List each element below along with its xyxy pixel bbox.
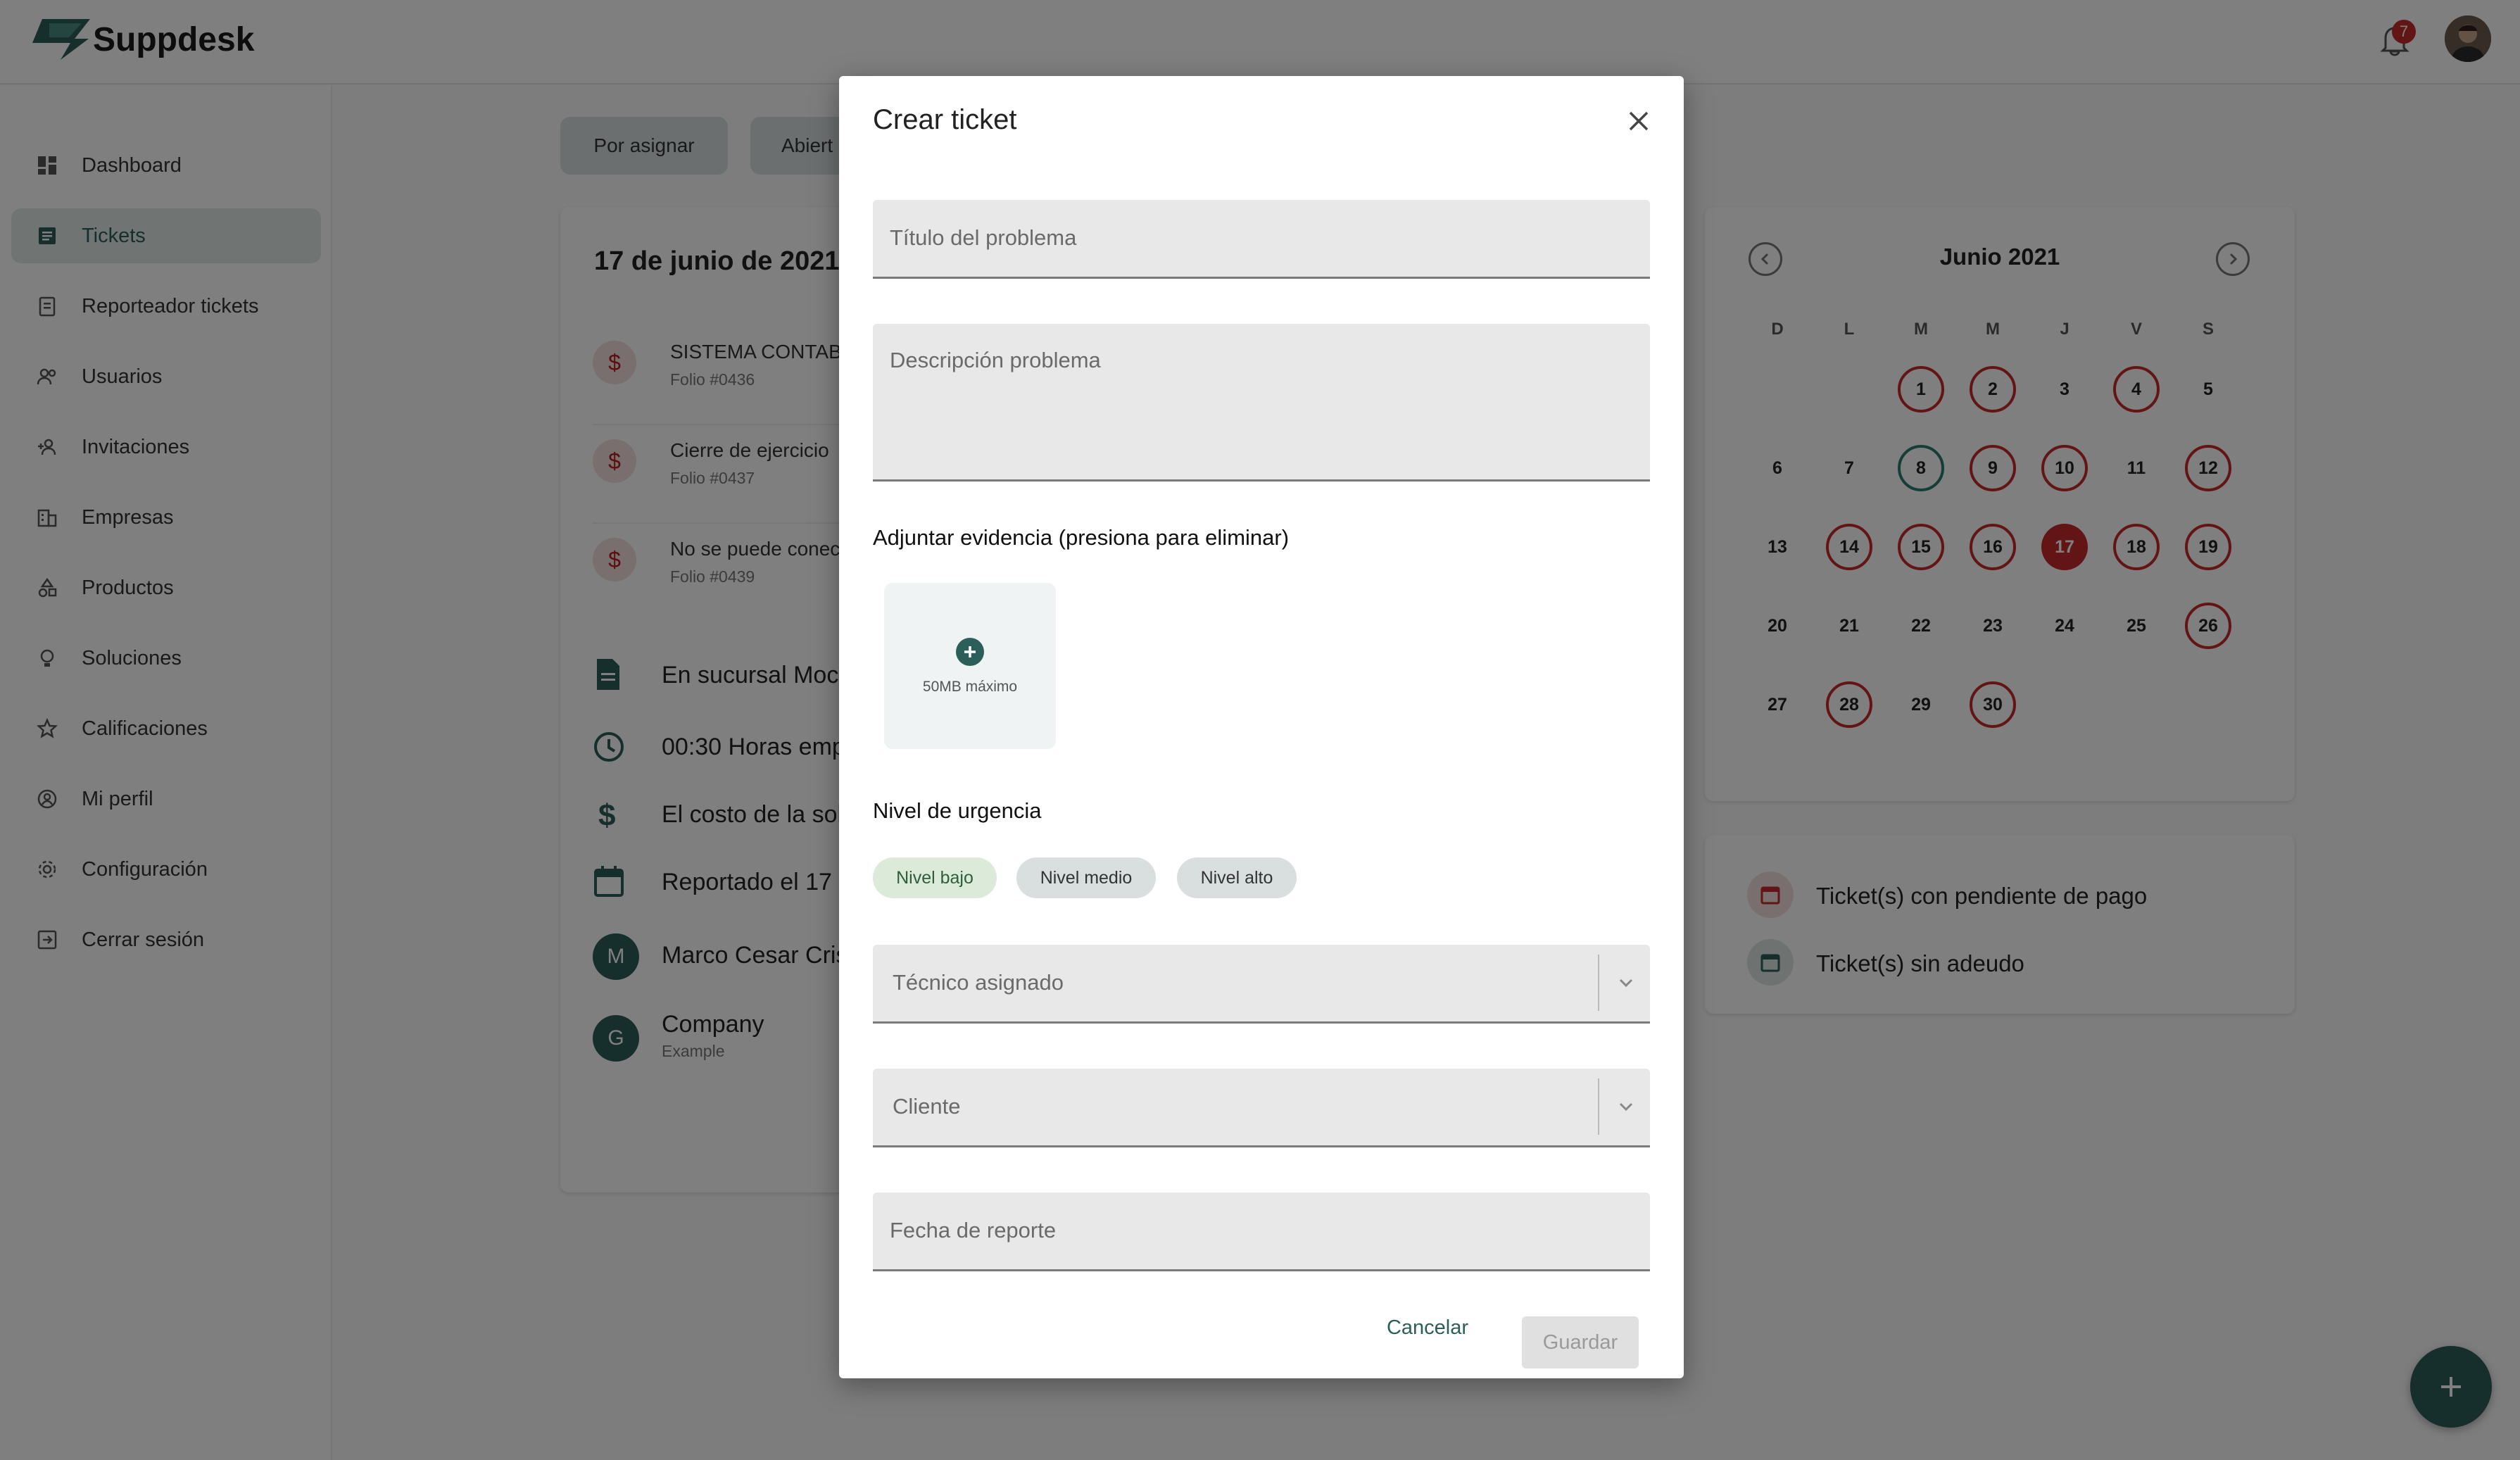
dialog-title: Crear ticket xyxy=(873,104,1017,135)
problem-title-placeholder: Título del problema xyxy=(890,225,1077,250)
report-date-field[interactable]: Fecha de reporte xyxy=(873,1192,1650,1271)
client-select[interactable]: Cliente xyxy=(873,1069,1650,1147)
save-button[interactable]: Guardar xyxy=(1522,1316,1639,1368)
problem-description-field[interactable]: Descripción problema xyxy=(873,324,1650,482)
chevron-down-icon xyxy=(1616,1097,1636,1120)
add-circle-icon xyxy=(956,638,984,666)
problem-title-field[interactable]: Título del problema xyxy=(873,200,1650,279)
upload-evidence-button[interactable]: 50MB máximo xyxy=(884,583,1056,749)
select-divider xyxy=(1598,1078,1599,1135)
close-icon[interactable] xyxy=(1625,107,1653,135)
technician-select[interactable]: Técnico asignado xyxy=(873,945,1650,1024)
create-ticket-dialog: Crear ticket Título del problema Descrip… xyxy=(839,76,1684,1378)
technician-select-placeholder: Técnico asignado xyxy=(893,970,1064,995)
chevron-down-icon xyxy=(1616,973,1636,996)
urgency-low-chip[interactable]: Nivel bajo xyxy=(873,857,997,898)
urgency-label: Nivel de urgencia xyxy=(873,798,1042,823)
urgency-medium-chip[interactable]: Nivel medio xyxy=(1016,857,1156,898)
client-select-placeholder: Cliente xyxy=(893,1094,961,1119)
upload-size-hint: 50MB máximo xyxy=(922,679,1018,695)
report-date-placeholder: Fecha de reporte xyxy=(890,1218,1057,1242)
problem-description-placeholder: Descripción problema xyxy=(890,348,1101,372)
attach-evidence-label: Adjuntar evidencia (presiona para elimin… xyxy=(873,525,1290,550)
cancel-button[interactable]: Cancelar xyxy=(1385,1316,1470,1340)
select-divider xyxy=(1598,955,1599,1011)
urgency-high-chip[interactable]: Nivel alto xyxy=(1177,857,1297,898)
